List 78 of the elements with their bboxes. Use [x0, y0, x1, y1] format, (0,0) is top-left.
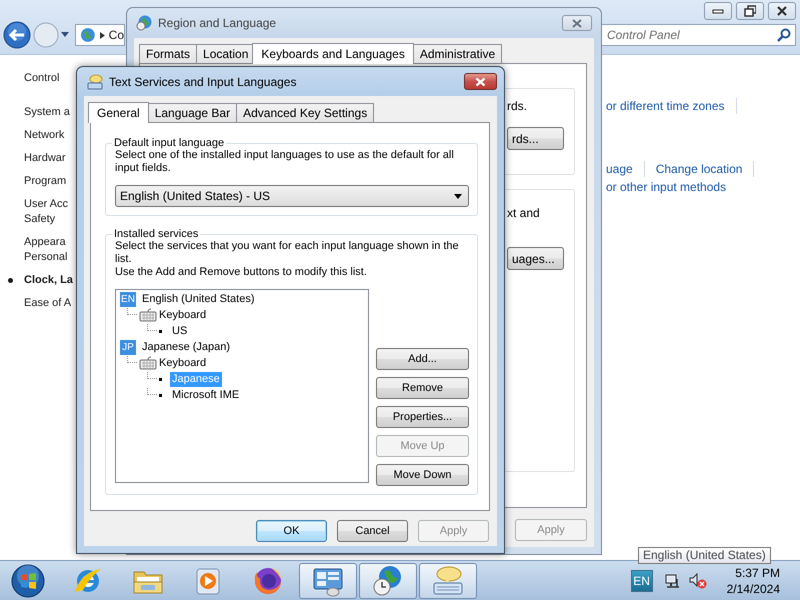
- link[interactable]: or other input methods: [606, 178, 726, 196]
- close-icon: [776, 5, 788, 17]
- tab[interactable]: Administrative: [412, 44, 502, 63]
- group-text: rds.: [507, 99, 528, 114]
- globe-icon: [80, 27, 96, 43]
- dialog-button[interactable]: Move Down: [376, 464, 469, 486]
- restore-button[interactable]: [736, 2, 764, 20]
- sidebar-item[interactable]: Network: [8, 128, 64, 143]
- service-list[interactable]: EN English (United States) Keyboard US JP Japanese (Japan) Keyboard Japanese Microsoft IME: [115, 289, 369, 483]
- link[interactable]: or different time zones: [606, 97, 725, 115]
- link[interactable]: Change location: [656, 160, 742, 178]
- back-button[interactable]: [3, 21, 31, 49]
- keyboard-bubble-icon: [87, 74, 103, 90]
- tab[interactable]: Formats: [139, 44, 198, 63]
- dialog-button[interactable]: Properties...: [376, 406, 469, 428]
- keyboard-icon: [139, 356, 157, 370]
- group-text: xt and: [507, 206, 541, 221]
- sidebar-item[interactable]: Clock, La: [8, 273, 73, 288]
- chevron-icon: [100, 32, 105, 38]
- sidebar-item[interactable]: Appeara Personal: [8, 235, 68, 265]
- sidebar-item[interactable]: System a: [8, 105, 70, 120]
- dialog-button[interactable]: Cancel: [337, 520, 408, 542]
- clock-date[interactable]: 2/14/2024: [726, 580, 780, 596]
- close-icon: [475, 76, 486, 86]
- tab[interactable]: Language Bar: [148, 103, 238, 122]
- bullet-icon: [159, 394, 162, 396]
- close-button[interactable]: [768, 2, 796, 20]
- caret-icon[interactable]: [61, 32, 69, 38]
- close-icon: [572, 18, 582, 28]
- tab[interactable]: Keyboards and Languages: [252, 43, 414, 64]
- minimize-button[interactable]: [704, 2, 732, 20]
- sidebar-item[interactable]: Hardwar: [8, 151, 66, 166]
- tree-item[interactable]: English (United States): [140, 292, 256, 306]
- bullet-icon: [159, 378, 162, 380]
- taskbar-button[interactable]: [299, 562, 357, 598]
- dialog-button[interactable]: Add...: [376, 348, 469, 370]
- address-bar[interactable]: Co: [75, 24, 125, 46]
- restore-icon: [744, 5, 756, 17]
- bullet-icon: [159, 330, 162, 332]
- tree-item[interactable]: Microsoft IME: [170, 388, 242, 402]
- tree-item[interactable]: Keyboard: [157, 308, 208, 322]
- link[interactable]: uage: [606, 160, 633, 178]
- group-label: Default input language: [113, 137, 226, 149]
- language-badge: EN: [120, 292, 136, 306]
- window-title: Region and Language: [158, 16, 276, 30]
- description-text: Select the services that you want for each input language shown in the list. Use the Add and Remove buttons to modify this list.: [115, 240, 460, 279]
- taskbar-button[interactable]: [419, 562, 477, 598]
- keyboard-speech-bubble-icon: [431, 564, 465, 598]
- clock-time[interactable]: 5:37 PM: [735, 564, 780, 580]
- language-badge: JP: [120, 340, 136, 354]
- description-text: Select one of the installed input languages to use as the default for all input fields.: [115, 149, 455, 175]
- dialog-button[interactable]: uages...: [507, 247, 564, 270]
- sidebar-item[interactable]: Ease of A: [8, 296, 72, 311]
- caret-icon: [454, 194, 462, 198]
- sidebar-item[interactable]: User Acc Safety: [8, 197, 68, 227]
- language-indicator[interactable]: EN: [630, 570, 653, 592]
- window-title: Text Services and Input Languages: [109, 74, 296, 88]
- tree-item[interactable]: Keyboard: [157, 356, 208, 370]
- default-button[interactable]: OK: [256, 520, 327, 542]
- tab[interactable]: Advanced Key Settings: [236, 103, 374, 122]
- taskbar-button[interactable]: [359, 562, 417, 598]
- dialog-button[interactable]: Remove: [376, 377, 469, 399]
- keyboard-icon: [139, 308, 157, 322]
- tooltip: English (United States): [638, 547, 771, 564]
- dialog-button[interactable]: rds...: [507, 127, 564, 150]
- tree-item[interactable]: Japanese (Japan): [140, 340, 232, 354]
- tree-item[interactable]: US: [170, 324, 190, 338]
- close-button[interactable]: [464, 73, 497, 90]
- globe-clock-icon: [136, 15, 152, 31]
- group-label: Installed services: [113, 228, 200, 240]
- search-field[interactable]: Control Panel: [600, 24, 796, 46]
- network-icon[interactable]: [664, 572, 681, 588]
- dropdown[interactable]: English (United States) - US: [115, 185, 469, 207]
- sidebar-item[interactable]: Control: [8, 71, 60, 86]
- muted-speaker-icon[interactable]: [688, 572, 707, 588]
- orb-icon: [11, 564, 45, 598]
- sidebar-item[interactable]: Program: [8, 174, 66, 189]
- tab[interactable]: General: [88, 102, 149, 123]
